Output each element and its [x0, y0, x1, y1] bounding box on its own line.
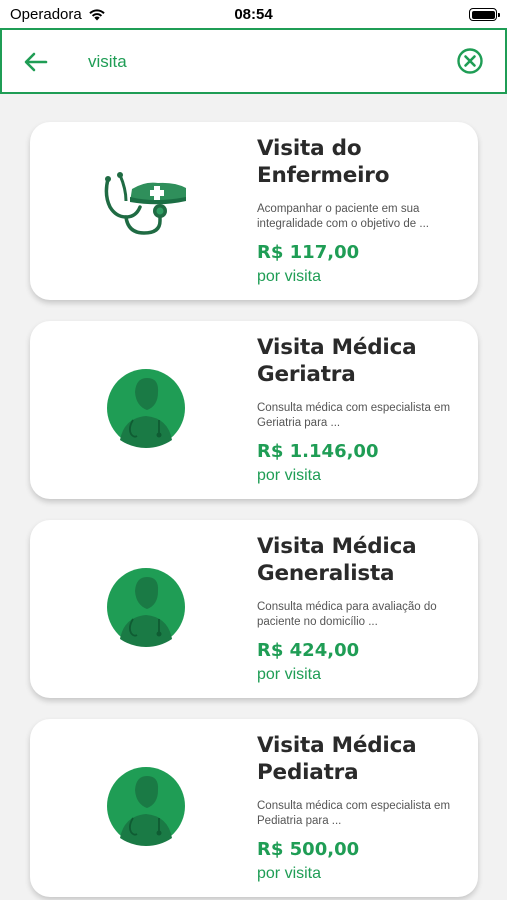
service-price: R$ 500,00	[257, 839, 360, 860]
app-screen: Operadora 08:54 visita Visita do Enferme…	[0, 0, 507, 900]
service-price-unit: por visita	[257, 268, 322, 285]
service-card[interactable]: Visita do Enfermeiro Acompanhar o pacien…	[30, 122, 478, 300]
service-card[interactable]: Visita Médica Generalista Consulta médic…	[30, 520, 478, 698]
battery-icon	[469, 8, 500, 21]
service-title: Visita Médica Geriatra	[257, 335, 417, 387]
service-price: R$ 117,00	[257, 242, 360, 263]
doctor-avatar-icon	[107, 568, 185, 647]
service-card[interactable]: Visita Médica Pediatra Consulta médica c…	[30, 719, 478, 897]
service-card[interactable]: Visita Médica Geriatra Consulta médica c…	[30, 321, 478, 499]
service-description: Consulta médica com especialista em Geri…	[257, 402, 451, 429]
service-price: R$ 1.146,00	[257, 441, 379, 462]
status-time: 08:54	[234, 6, 273, 23]
doctor-avatar-icon	[107, 767, 185, 846]
results-list: Visita do Enfermeiro Acompanhar o pacien…	[30, 122, 478, 900]
service-description: Consulta médica com especialista em Pedi…	[257, 800, 451, 827]
service-price-unit: por visita	[257, 666, 322, 683]
service-price-unit: por visita	[257, 467, 322, 484]
service-title: Visita do Enfermeiro	[257, 136, 390, 188]
service-price: R$ 424,00	[257, 640, 360, 661]
search-input[interactable]	[88, 48, 408, 76]
clear-search-icon[interactable]	[455, 46, 485, 76]
service-title: Visita Médica Generalista	[257, 534, 417, 586]
service-description: Acompanhar o paciente em sua integralida…	[257, 203, 429, 230]
status-bar: Operadora 08:54	[0, 0, 507, 28]
doctor-avatar-icon	[107, 369, 185, 448]
service-description: Consulta médica para avaliação do pacien…	[257, 601, 437, 628]
service-price-unit: por visita	[257, 865, 322, 882]
service-title: Visita Médica Pediatra	[257, 733, 417, 785]
back-arrow-icon[interactable]	[22, 48, 50, 76]
nurse-stethoscope-icon	[104, 172, 186, 235]
search-header	[0, 28, 507, 94]
